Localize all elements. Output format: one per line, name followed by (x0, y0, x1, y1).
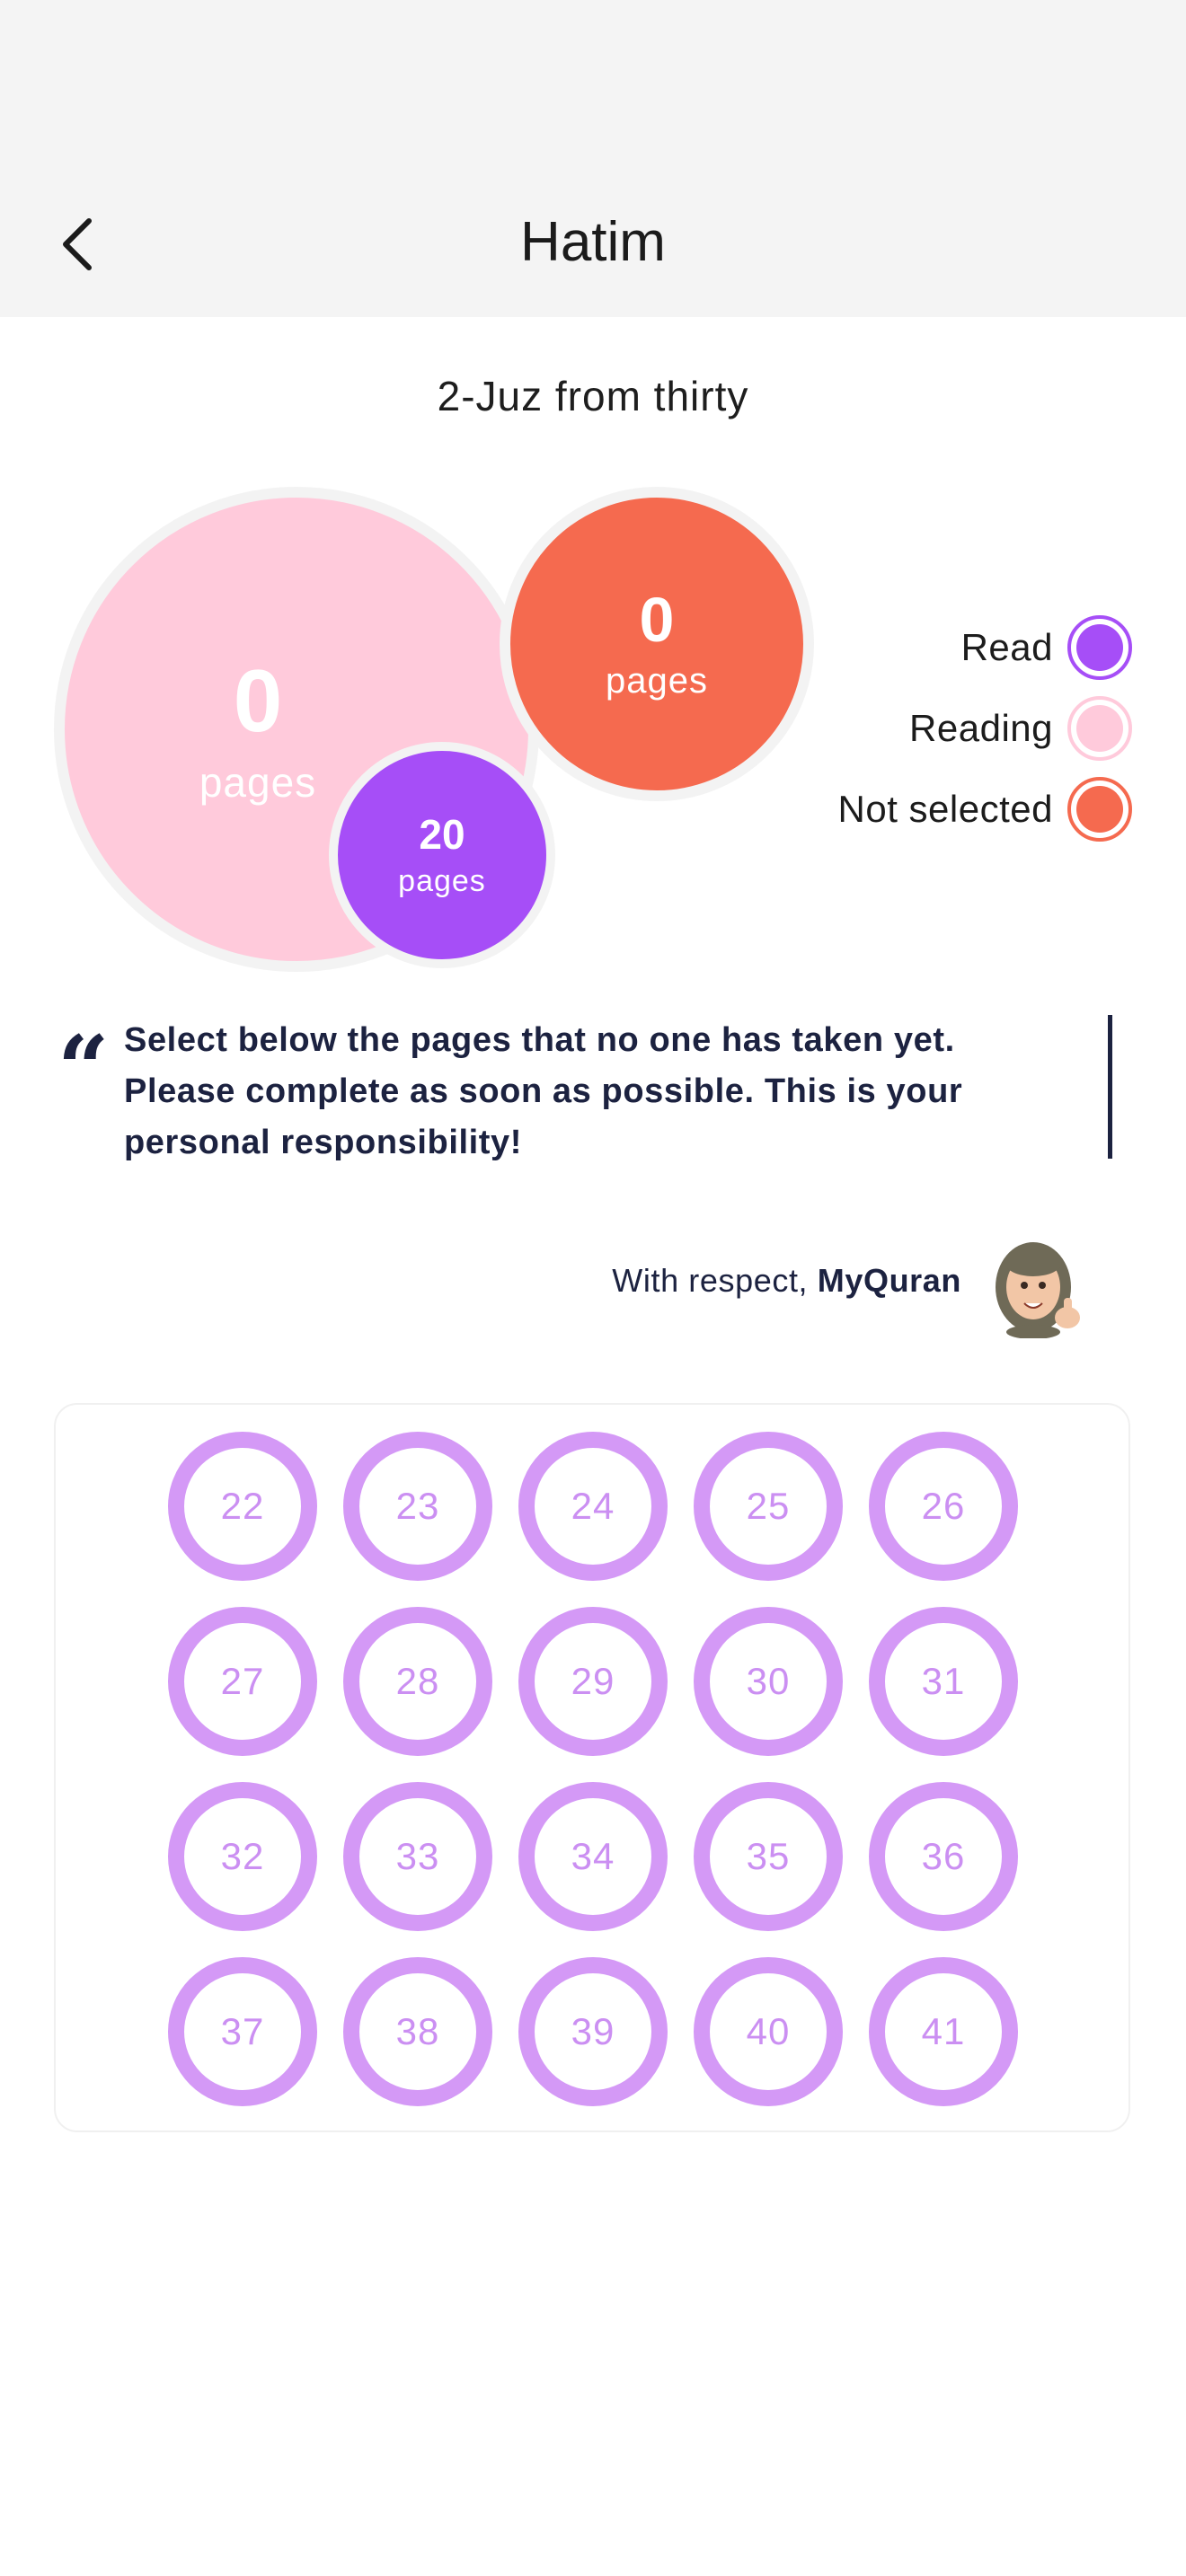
quote-icon: “ (58, 1016, 110, 1122)
quote-divider (1108, 1015, 1112, 1159)
juz-subtitle: 2-Juz from thirty (437, 373, 749, 419)
read-pages-bubble: 20 pages (329, 742, 555, 968)
not-selected-pages-count: 0 (639, 584, 675, 655)
page-button-33[interactable]: 33 (343, 1782, 492, 1931)
page-button-27[interactable]: 27 (168, 1607, 317, 1756)
signature-name: MyQuran (817, 1262, 961, 1299)
page-button-32[interactable]: 32 (168, 1782, 317, 1931)
reading-pages-unit: pages (199, 759, 317, 806)
avatar (996, 1242, 1080, 1338)
reading-status-dot-icon (1067, 696, 1132, 761)
page-button-39[interactable]: 39 (518, 1957, 668, 2106)
legend-item-reading: Reading (909, 694, 1132, 763)
legend-item-read: Read (961, 613, 1132, 682)
read-status-dot-icon (1067, 615, 1132, 680)
page-button-36[interactable]: 36 (869, 1782, 1018, 1931)
page-button-35[interactable]: 35 (694, 1782, 843, 1931)
page-button-34[interactable]: 34 (518, 1782, 668, 1931)
page-button-40[interactable]: 40 (694, 1957, 843, 2106)
legend-label: Not selected (837, 788, 1053, 830)
not-selected-status-dot-icon (1067, 777, 1132, 842)
page-button-30[interactable]: 30 (694, 1607, 843, 1756)
page-button-24[interactable]: 24 (518, 1432, 668, 1581)
page-button-28[interactable]: 28 (343, 1607, 492, 1756)
not-selected-pages-bubble: 0 pages (500, 487, 814, 801)
legend-label: Reading (909, 707, 1053, 749)
read-pages-unit: pages (398, 863, 486, 898)
notice-text: Select below the pages that no one has t… (124, 1021, 963, 1161)
page-button-37[interactable]: 37 (168, 1957, 317, 2106)
signature-prefix: With respect, (612, 1262, 809, 1299)
signature: With respect, MyQuran (612, 1262, 961, 1300)
top-bar: Hatim (0, 0, 1186, 317)
page-button-29[interactable]: 29 (518, 1607, 668, 1756)
legend-item-not-selected: Not selected (838, 775, 1132, 843)
page-title: Hatim (520, 211, 666, 273)
page-button-25[interactable]: 25 (694, 1432, 843, 1581)
page-button-38[interactable]: 38 (343, 1957, 492, 2106)
page-button-41[interactable]: 41 (869, 1957, 1018, 2106)
page-button-22[interactable]: 22 (168, 1432, 317, 1581)
page-button-26[interactable]: 26 (869, 1432, 1018, 1581)
page-button-31[interactable]: 31 (869, 1607, 1018, 1756)
not-selected-pages-unit: pages (606, 660, 708, 701)
page-selection-grid: 22 23 24 25 26 27 28 29 30 31 32 33 34 3… (54, 1403, 1130, 2132)
legend-label: Read (960, 626, 1053, 668)
read-pages-count: 20 (419, 810, 465, 858)
reading-pages-count: 0 (233, 651, 283, 750)
page-button-23[interactable]: 23 (343, 1432, 492, 1581)
